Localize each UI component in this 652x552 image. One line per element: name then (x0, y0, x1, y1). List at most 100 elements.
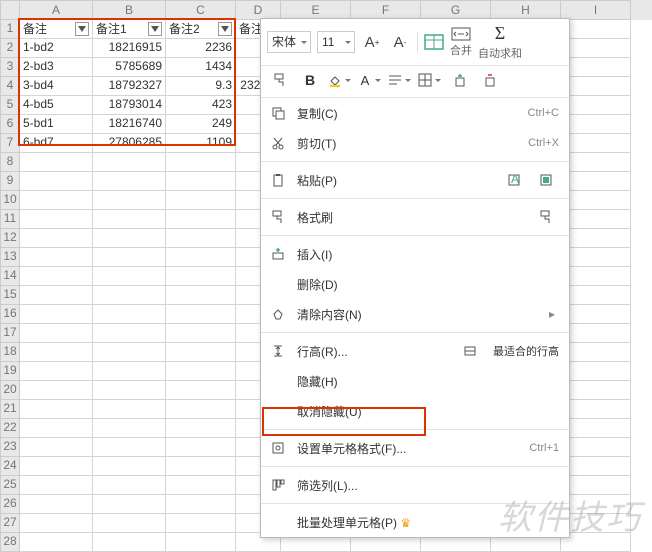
cell-B4[interactable]: 18792327 (93, 77, 166, 96)
cell-I23[interactable] (561, 438, 631, 457)
cell-A4[interactable]: 3-bd4 (20, 77, 93, 96)
cell-A2[interactable]: 1-bd2 (20, 39, 93, 58)
cell-C1[interactable]: 备注2 (166, 20, 236, 39)
cell-I3[interactable] (561, 58, 631, 77)
menu-paste[interactable]: 粘贴(P) A (261, 165, 569, 195)
cell-B20[interactable] (93, 381, 166, 400)
cell-C7[interactable]: 1109 (166, 134, 236, 153)
font-color-icon[interactable]: A (357, 69, 383, 91)
best-fit-label[interactable]: 最适合的行高 (493, 343, 559, 359)
col-head-F[interactable]: F (351, 0, 421, 20)
cell-B14[interactable] (93, 267, 166, 286)
cell-I24[interactable] (561, 457, 631, 476)
cell-B2[interactable]: 18216915 (93, 39, 166, 58)
menu-delete[interactable]: 删除(D) (261, 269, 569, 299)
cell-A27[interactable] (20, 514, 93, 533)
cell-C11[interactable] (166, 210, 236, 229)
cell-B22[interactable] (93, 419, 166, 438)
row-head[interactable]: 26 (0, 495, 20, 514)
col-head-A[interactable]: A (20, 0, 93, 20)
cell-A6[interactable]: 5-bd1 (20, 115, 93, 134)
col-head-I[interactable]: I (561, 0, 631, 20)
col-head-B[interactable]: B (93, 0, 166, 20)
row-head[interactable]: 27 (0, 514, 20, 533)
cell-B17[interactable] (93, 324, 166, 343)
cell-B21[interactable] (93, 400, 166, 419)
row-head[interactable]: 16 (0, 305, 20, 324)
fill-color-icon[interactable] (327, 69, 353, 91)
row-head[interactable]: 6 (0, 115, 20, 134)
insert-cell-icon[interactable] (447, 69, 473, 91)
menu-format-cells[interactable]: 设置单元格格式(F)... Ctrl+1 (261, 433, 569, 463)
cell-B19[interactable] (93, 362, 166, 381)
paste-format-icon[interactable] (537, 171, 555, 189)
cell-B7[interactable]: 27806285 (93, 134, 166, 153)
cell-A25[interactable] (20, 476, 93, 495)
row-head[interactable]: 20 (0, 381, 20, 400)
cell-I20[interactable] (561, 381, 631, 400)
row-head[interactable]: 18 (0, 343, 20, 362)
cell-C2[interactable]: 2236 (166, 39, 236, 58)
cell-C21[interactable] (166, 400, 236, 419)
cell-A28[interactable] (20, 533, 93, 552)
row-head[interactable]: 8 (0, 153, 20, 172)
row-head[interactable]: 4 (0, 77, 20, 96)
cell-A10[interactable] (20, 191, 93, 210)
delete-cell-icon[interactable] (477, 69, 503, 91)
autosum-group[interactable]: Σ 自动求和 (478, 23, 522, 61)
col-head-G[interactable]: G (421, 0, 491, 20)
font-size-select[interactable]: 11 (317, 31, 355, 53)
menu-cut[interactable]: 剪切(T) Ctrl+X (261, 128, 569, 158)
cell-C18[interactable] (166, 343, 236, 362)
decrease-font-icon[interactable]: A- (389, 31, 411, 53)
row-head[interactable]: 9 (0, 172, 20, 191)
cell-B25[interactable] (93, 476, 166, 495)
cell-I9[interactable] (561, 172, 631, 191)
row-head[interactable]: 7 (0, 134, 20, 153)
cell-B18[interactable] (93, 343, 166, 362)
col-head-E[interactable]: E (281, 0, 351, 20)
cell-C26[interactable] (166, 495, 236, 514)
bold-icon[interactable]: B (297, 69, 323, 91)
cell-I22[interactable] (561, 419, 631, 438)
cell-C5[interactable]: 423 (166, 96, 236, 115)
paste-values-icon[interactable]: A (505, 171, 523, 189)
row-head[interactable]: 11 (0, 210, 20, 229)
row-head[interactable]: 17 (0, 324, 20, 343)
cell-C10[interactable] (166, 191, 236, 210)
cell-A8[interactable] (20, 153, 93, 172)
row-head[interactable]: 23 (0, 438, 20, 457)
row-head[interactable]: 25 (0, 476, 20, 495)
cell-B8[interactable] (93, 153, 166, 172)
cell-B28[interactable] (93, 533, 166, 552)
cell-C8[interactable] (166, 153, 236, 172)
borders-icon[interactable] (417, 69, 443, 91)
cell-I11[interactable] (561, 210, 631, 229)
cell-C28[interactable] (166, 533, 236, 552)
cell-C12[interactable] (166, 229, 236, 248)
format-painter-alt-icon[interactable] (537, 208, 555, 226)
row-head[interactable]: 24 (0, 457, 20, 476)
cell-B3[interactable]: 5785689 (93, 58, 166, 77)
menu-insert[interactable]: 插入(I) (261, 239, 569, 269)
cell-B26[interactable] (93, 495, 166, 514)
cell-B12[interactable] (93, 229, 166, 248)
filter-dropdown-icon[interactable] (148, 22, 162, 36)
cell-C14[interactable] (166, 267, 236, 286)
cell-C3[interactable]: 1434 (166, 58, 236, 77)
row-head[interactable]: 15 (0, 286, 20, 305)
cell-A7[interactable]: 6-bd7 (20, 134, 93, 153)
filter-dropdown-icon[interactable] (75, 22, 89, 36)
cell-A14[interactable] (20, 267, 93, 286)
cell-A20[interactable] (20, 381, 93, 400)
menu-copy[interactable]: 复制(C) Ctrl+C (261, 98, 569, 128)
cell-I2[interactable] (561, 39, 631, 58)
row-head[interactable]: 14 (0, 267, 20, 286)
cell-I10[interactable] (561, 191, 631, 210)
cell-A24[interactable] (20, 457, 93, 476)
cell-C13[interactable] (166, 248, 236, 267)
cell-C23[interactable] (166, 438, 236, 457)
row-head[interactable]: 1 (0, 20, 20, 39)
cell-A21[interactable] (20, 400, 93, 419)
cell-I4[interactable] (561, 77, 631, 96)
